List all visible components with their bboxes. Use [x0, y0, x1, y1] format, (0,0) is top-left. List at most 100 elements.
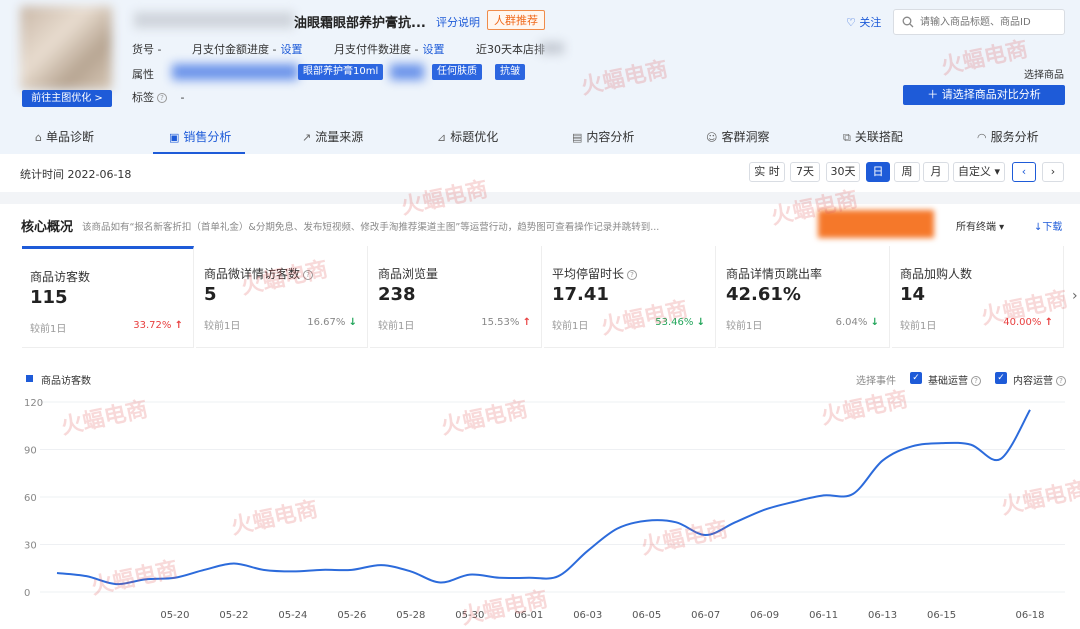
- section-divider: [0, 192, 1080, 204]
- pay-amount-set-link[interactable]: 设置: [280, 43, 302, 56]
- terminal-select[interactable]: 所有终端 ▾: [956, 218, 1004, 233]
- help-icon[interactable]: ?: [157, 93, 167, 103]
- tag-value: -: [180, 91, 185, 104]
- analysis-tabs: ⌂ 单品诊断 ▣ 销售分析 ↗ 流量来源 ⊿ 标题优化 ▤ 内容分析 ☺ 客群洞察 ⧉ 关联搭…: [0, 120, 1080, 154]
- content-ops-text: 内容运营: [1013, 376, 1053, 387]
- metric-change: 33.72% ↑: [133, 320, 183, 331]
- pay-count-set-link[interactable]: 设置: [422, 43, 444, 56]
- metric-label: 商品加购人数: [900, 267, 973, 281]
- metric-change: 15.53% ↑: [481, 317, 531, 328]
- recent30-rank: 近30天本店排: [476, 43, 545, 56]
- metric-change-value: 33.72%: [133, 320, 172, 331]
- download-button[interactable]: ↓下载: [1034, 218, 1062, 233]
- trend-icon: ↗: [302, 131, 312, 144]
- x-tick-label: 05-20: [160, 610, 189, 621]
- range-custom[interactable]: 自定义 ▾: [953, 162, 1005, 182]
- metric-change-value: 53.46%: [655, 317, 694, 328]
- link-icon: ⧉: [843, 131, 851, 144]
- pay-amount-label: 月支付金额进度 -: [192, 43, 277, 56]
- metric-card-add-cart[interactable]: 商品加购人数 14 较前1日 40.00% ↑: [892, 246, 1064, 348]
- rank-redacted: [540, 42, 564, 54]
- product-search[interactable]: [893, 9, 1065, 35]
- basic-ops-text: 基础运营: [928, 376, 968, 387]
- x-tick-label: 05-30: [455, 610, 484, 621]
- tab-sales-analysis[interactable]: ▣ 销售分析: [169, 128, 231, 145]
- x-tick-label: 05-24: [278, 610, 307, 621]
- content-ops-checkbox[interactable]: ✓: [995, 372, 1007, 384]
- follow-button[interactable]: ♡ 关注: [846, 14, 881, 30]
- tab-service-analysis[interactable]: ◠ 服务分析: [977, 128, 1039, 145]
- y-tick-label: 90: [24, 446, 37, 457]
- range-month[interactable]: 月: [923, 162, 949, 182]
- range-day[interactable]: 日: [866, 162, 890, 182]
- prev-day-button[interactable]: ‹: [1012, 162, 1036, 182]
- metric-card-bounce-rate[interactable]: 商品详情页跳出率 42.61% 较前1日 6.04% ↓: [718, 246, 890, 348]
- x-tick-label: 06-09: [750, 610, 779, 621]
- metric-change: 6.04% ↓: [836, 317, 879, 328]
- metric-card-micro-detail[interactable]: 商品微详情访客数? 5 较前1日 16.67% ↓: [196, 246, 368, 348]
- tab-label: 服务分析: [990, 130, 1039, 144]
- plus-icon: ＋: [927, 88, 939, 101]
- tab-label: 销售分析: [183, 130, 232, 144]
- metric-card-pageviews[interactable]: 商品浏览量 238 较前1日 15.53% ↑: [370, 246, 542, 348]
- help-icon[interactable]: ?: [303, 270, 314, 280]
- doc-icon: ▤: [572, 131, 583, 144]
- y-tick-label: 60: [24, 493, 37, 504]
- search-icon: [902, 16, 914, 28]
- help-icon[interactable]: ?: [627, 270, 638, 280]
- metric-card-visitors[interactable]: 商品访客数 115 较前1日 33.72% ↑: [22, 246, 194, 348]
- caret-down-icon: ▾: [990, 165, 1001, 178]
- basic-ops-checkbox[interactable]: ✓: [910, 372, 922, 384]
- tab-diagnosis[interactable]: ⌂ 单品诊断: [35, 128, 94, 145]
- metric-label-text: 商品微详情访客数: [204, 267, 301, 281]
- help-icon[interactable]: ?: [1056, 376, 1066, 386]
- caret-down-icon: ▾: [996, 222, 1005, 233]
- eval-link[interactable]: 评分说明: [436, 14, 480, 30]
- range-realtime[interactable]: 实 时: [749, 162, 785, 182]
- user-icon: ☺: [706, 131, 718, 144]
- metric-change-value: 40.00%: [1003, 317, 1042, 328]
- metric-label: 平均停留时长?: [552, 265, 638, 282]
- heart-icon: ♡: [846, 16, 856, 29]
- crowd-recommend-tag[interactable]: 人群推荐: [487, 10, 545, 30]
- help-icon[interactable]: ?: [971, 376, 981, 386]
- x-tick-label: 06-01: [514, 610, 543, 621]
- range-30d[interactable]: 30天: [826, 162, 860, 182]
- legend-swatch: [26, 375, 33, 382]
- compare-button-label: 请选择商品对比分析: [941, 88, 1041, 101]
- y-tick-label: 120: [24, 398, 43, 409]
- metric-compare: 较前1日: [552, 321, 589, 332]
- x-tick-label: 06-07: [691, 610, 720, 621]
- x-tick-label: 06-15: [927, 610, 956, 621]
- tab-traffic-source[interactable]: ↗ 流量来源: [302, 128, 363, 145]
- chevron-right-icon[interactable]: ›: [1072, 288, 1078, 304]
- metric-card-avg-stay[interactable]: 平均停留时长? 17.41 较前1日 53.46% ↓: [544, 246, 716, 348]
- metric-value: 42.61%: [726, 284, 801, 305]
- metric-change-value: 16.67%: [307, 317, 346, 328]
- next-day-button[interactable]: ›: [1042, 162, 1064, 182]
- tab-related-match[interactable]: ⧉ 关联搭配: [843, 128, 903, 145]
- attr-chip: 抗皱: [495, 64, 525, 80]
- range-7d[interactable]: 7天: [790, 162, 820, 182]
- metric-change-value: 6.04%: [835, 317, 868, 328]
- search-input[interactable]: [920, 14, 1060, 30]
- tab-content-analysis[interactable]: ▤ 内容分析: [572, 128, 634, 145]
- range-custom-label: 自定义: [957, 165, 991, 178]
- main-image-optimize-button[interactable]: 前往主图优化 >: [22, 90, 112, 107]
- x-tick-label: 06-13: [868, 610, 897, 621]
- x-tick-label: 05-22: [219, 610, 248, 621]
- tab-title-optimize[interactable]: ⊿ 标题优化: [437, 128, 498, 145]
- compare-product-button[interactable]: ＋ 请选择商品对比分析: [903, 85, 1065, 105]
- metric-change-value: 15.53%: [481, 317, 520, 328]
- stat-time-bar: 统计时间 2022-06-18 实 时 7天 30天 日 周 月 自定义 ▾ ‹…: [0, 155, 1080, 191]
- metric-cards: 商品访客数 115 较前1日 33.72% ↑ 商品微详情访客数? 5 较前1日…: [22, 246, 1080, 350]
- attr-redacted: [172, 64, 298, 80]
- product-thumbnail: [20, 6, 112, 90]
- tab-audience-insight[interactable]: ☺ 客群洞察: [706, 128, 769, 145]
- tab-label: 标题优化: [450, 130, 499, 144]
- metric-value: 115: [30, 287, 68, 308]
- range-week[interactable]: 周: [894, 162, 920, 182]
- tag-label: 标签? -: [132, 89, 184, 105]
- metric-compare: 较前1日: [30, 324, 67, 335]
- chart-y-ticks: 0 30 60 90 120: [24, 398, 43, 599]
